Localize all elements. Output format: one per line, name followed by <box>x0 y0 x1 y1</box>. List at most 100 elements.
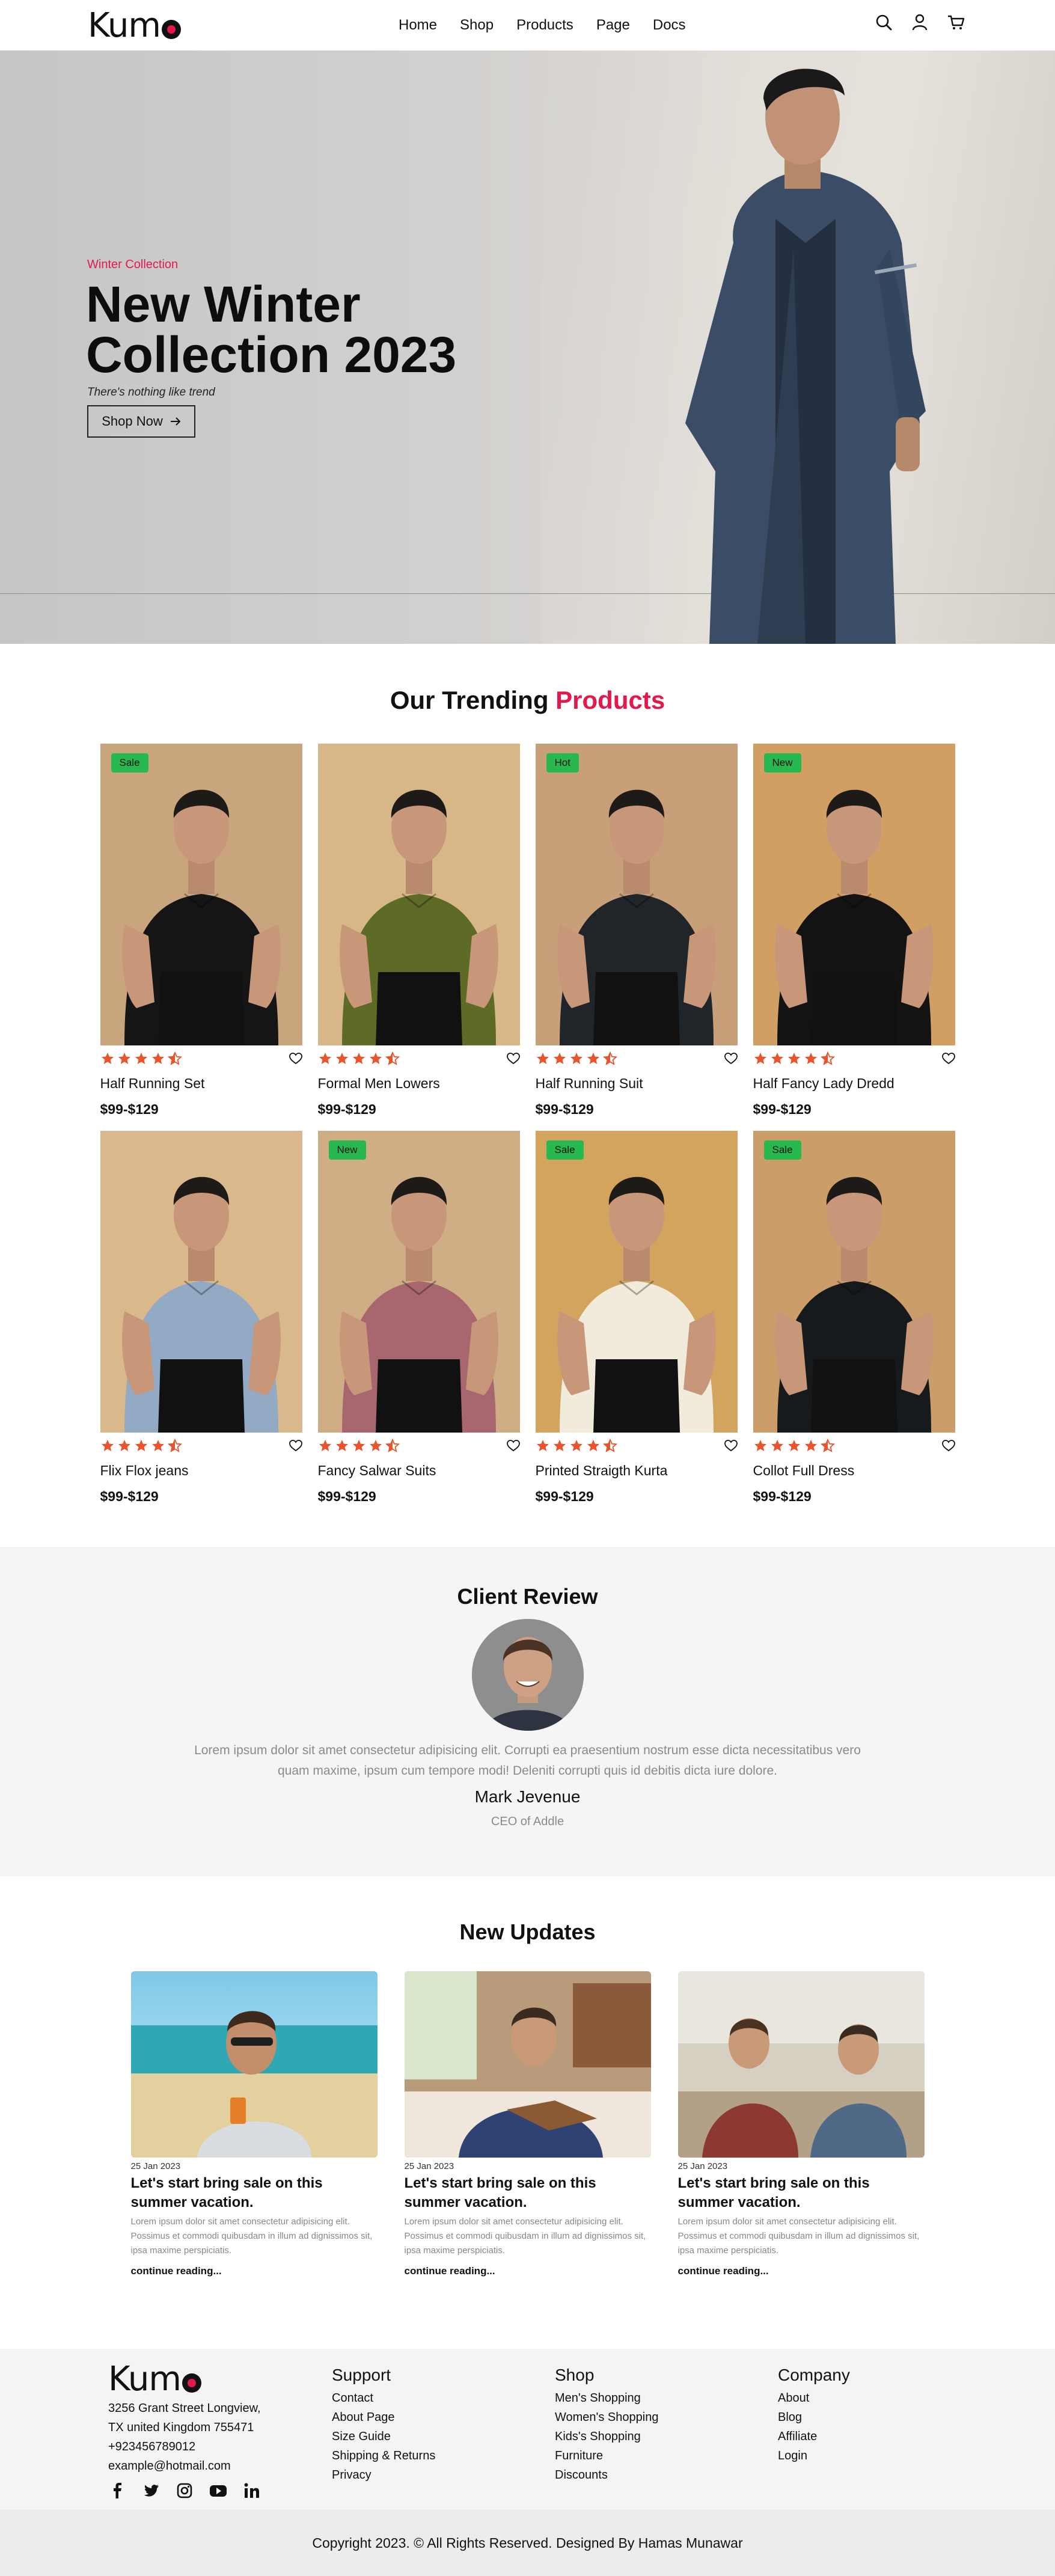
continue-reading-link[interactable]: continue reading... <box>131 2265 378 2277</box>
footer-phone[interactable]: +923456789012 <box>108 2437 261 2456</box>
product-price: $99-$129 <box>753 1488 812 1504</box>
star-icon <box>352 1051 366 1069</box>
product-card[interactable]: Sale Printed Straigth Kurta $99-$129 <box>535 1131 738 1518</box>
brand-logo[interactable]: Kum <box>88 6 181 45</box>
product-card[interactable]: Hot Half Running Suit $99-$129 <box>535 744 738 1131</box>
star-icon <box>586 1439 601 1456</box>
heart-icon[interactable] <box>941 1052 955 1068</box>
star-icon <box>100 1051 115 1069</box>
heart-icon[interactable] <box>724 1052 738 1068</box>
heart-icon[interactable] <box>289 1439 302 1455</box>
footer-link-about[interactable]: About Page <box>332 2408 435 2427</box>
continue-reading-link[interactable]: continue reading... <box>405 2265 651 2277</box>
footer-link-contact[interactable]: Contact <box>332 2388 435 2408</box>
product-image[interactable]: Sale <box>753 1131 955 1433</box>
post-card[interactable]: 25 Jan 2023 Let's start bring sale on th… <box>404 1971 651 2277</box>
heart-icon[interactable] <box>941 1439 955 1455</box>
footer-link-size-guide[interactable]: Size Guide <box>332 2427 435 2446</box>
post-image-friends[interactable] <box>677 1971 925 2158</box>
product-name[interactable]: Flix Flox jeans <box>100 1463 302 1479</box>
star-icon <box>804 1051 818 1069</box>
footer-link-shipping[interactable]: Shipping & Returns <box>332 2446 435 2465</box>
post-image-beach[interactable] <box>130 1971 378 2158</box>
product-name[interactable]: Formal Men Lowers <box>318 1075 520 1092</box>
star-icon <box>552 1051 567 1069</box>
nav-link-products[interactable]: Products <box>516 17 573 34</box>
cart-icon[interactable] <box>947 13 965 31</box>
footer-shop-column: Shop Men's Shopping Women's Shopping Kid… <box>555 2366 658 2485</box>
product-name[interactable]: Half Fancy Lady Dredd <box>753 1075 955 1092</box>
product-image[interactable]: Sale <box>535 1131 738 1433</box>
footer-link-kids[interactable]: Kids's Shopping <box>555 2427 658 2446</box>
footer-email[interactable]: example@hotmail.com <box>108 2456 261 2476</box>
star-icon <box>804 1439 818 1456</box>
continue-reading-link[interactable]: continue reading... <box>678 2265 925 2277</box>
footer-link-login[interactable]: Login <box>778 2446 850 2465</box>
product-name[interactable]: Half Running Suit <box>536 1075 738 1092</box>
footer-link-blog[interactable]: Blog <box>778 2408 850 2427</box>
heart-icon[interactable] <box>289 1052 302 1068</box>
heart-icon[interactable] <box>506 1052 520 1068</box>
product-name[interactable]: Printed Straigth Kurta <box>536 1463 738 1479</box>
nav-link-docs[interactable]: Docs <box>653 17 686 34</box>
facebook-icon[interactable] <box>108 2482 126 2500</box>
shop-now-button[interactable]: Shop Now <box>87 405 195 438</box>
search-icon[interactable] <box>875 13 893 31</box>
nav-link-page[interactable]: Page <box>596 17 630 34</box>
footer-link-discounts[interactable]: Discounts <box>555 2465 658 2485</box>
post-title[interactable]: Let's start bring sale on this summer va… <box>405 2174 651 2212</box>
post-card[interactable]: 25 Jan 2023 Let's start bring sale on th… <box>130 1971 378 2277</box>
product-price: $99-$129 <box>100 1488 159 1504</box>
product-image[interactable]: Sale <box>100 744 302 1045</box>
product-card[interactable]: Sale Collot Full Dress $99-$129 <box>753 1131 955 1518</box>
product-badge: New <box>763 753 801 772</box>
footer-link-furniture[interactable]: Furniture <box>555 2446 658 2465</box>
star-icon <box>770 1051 784 1069</box>
star-icon <box>335 1051 349 1069</box>
footer-logo[interactable]: Kum <box>108 2360 261 2399</box>
product-image[interactable] <box>100 1131 302 1433</box>
product-card[interactable]: New Fancy Salwar Suits $99-$129 <box>317 1131 520 1518</box>
twitter-icon[interactable] <box>142 2482 160 2500</box>
product-price: $99-$129 <box>535 1101 594 1117</box>
star-icon <box>770 1439 784 1456</box>
client-review-section: Client Review Lorem ipsum dolor sit amet… <box>0 1547 1055 1876</box>
product-card[interactable]: Formal Men Lowers $99-$129 <box>317 744 520 1131</box>
footer-link-privacy[interactable]: Privacy <box>332 2465 435 2485</box>
heart-icon[interactable] <box>506 1439 520 1455</box>
post-title[interactable]: Let's start bring sale on this summer va… <box>678 2174 925 2212</box>
nav-link-shop[interactable]: Shop <box>460 17 494 34</box>
product-image[interactable]: New <box>317 1131 520 1433</box>
instagram-icon[interactable] <box>176 2482 194 2500</box>
footer-link-about-company[interactable]: About <box>778 2388 850 2408</box>
product-name[interactable]: Collot Full Dress <box>753 1463 955 1479</box>
linkedin-icon[interactable] <box>243 2482 261 2500</box>
post-card[interactable]: 25 Jan 2023 Let's start bring sale on th… <box>677 1971 925 2277</box>
product-card[interactable]: Flix Flox jeans $99-$129 <box>100 1131 302 1518</box>
footer-link-womens[interactable]: Women's Shopping <box>555 2408 658 2427</box>
product-name[interactable]: Fancy Salwar Suits <box>318 1463 520 1479</box>
star-icon <box>100 1439 115 1456</box>
star-icon <box>352 1439 366 1456</box>
star-icon <box>820 1438 835 1456</box>
product-image[interactable]: Hot <box>535 744 738 1045</box>
post-image-reading[interactable] <box>404 1971 651 2158</box>
product-price: $99-$129 <box>100 1101 159 1117</box>
trending-title-prefix: Our Trending <box>390 686 549 714</box>
user-icon[interactable] <box>911 13 929 31</box>
product-card[interactable]: Sale Half Running Set $99-$129 <box>100 744 302 1131</box>
footer-link-affiliate[interactable]: Affiliate <box>778 2427 850 2446</box>
product-card[interactable]: New Half Fancy Lady Dredd $99-$129 <box>753 744 955 1131</box>
star-icon <box>787 1439 801 1456</box>
product-rating <box>100 1438 182 1456</box>
heart-icon[interactable] <box>724 1439 738 1455</box>
star-icon <box>368 1439 383 1456</box>
youtube-icon[interactable] <box>209 2482 227 2500</box>
post-title[interactable]: Let's start bring sale on this summer va… <box>131 2174 378 2212</box>
product-image[interactable]: New <box>753 744 955 1045</box>
product-image[interactable] <box>317 744 520 1045</box>
product-name[interactable]: Half Running Set <box>100 1075 302 1092</box>
nav-link-home[interactable]: Home <box>399 17 437 34</box>
footer-link-mens[interactable]: Men's Shopping <box>555 2388 658 2408</box>
star-icon <box>385 1051 400 1069</box>
